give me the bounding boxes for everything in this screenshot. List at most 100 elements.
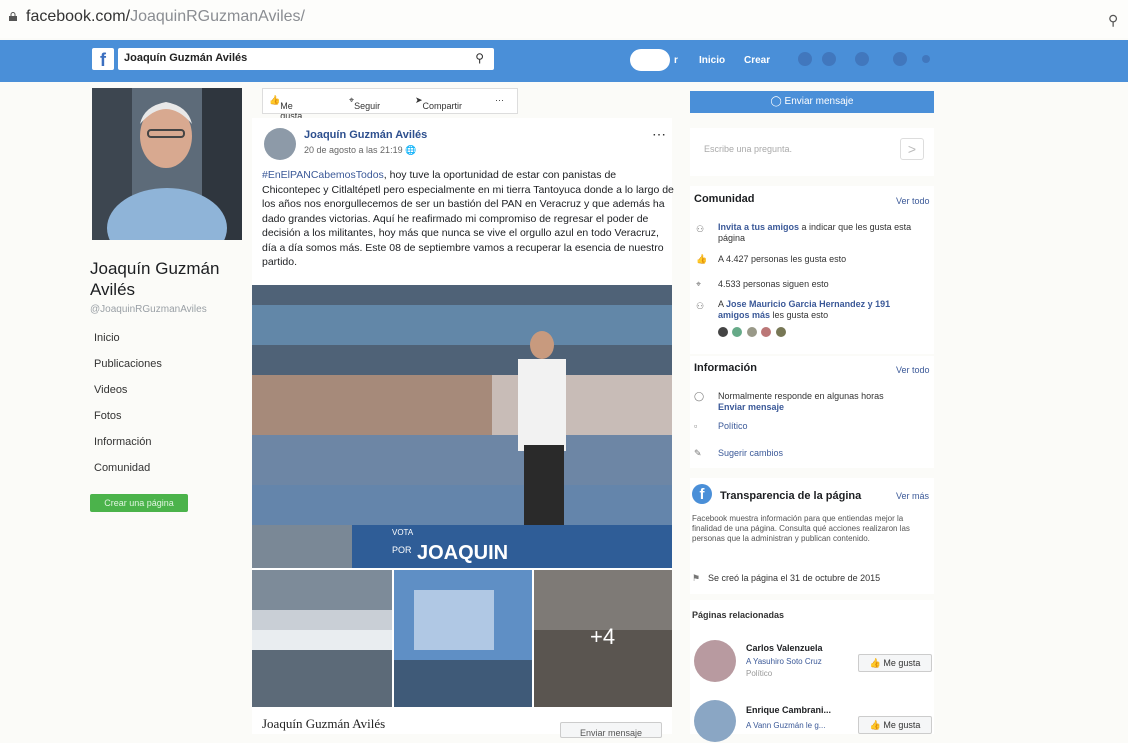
banner-small-text: VOTA	[392, 528, 414, 537]
follow-icon: ⌖	[696, 279, 702, 289]
related-like-label: Me gusta	[883, 658, 921, 668]
info-title: Información	[694, 362, 757, 374]
zoom-icon[interactable]: ⚲	[1108, 12, 1118, 29]
ask-question-input[interactable]: Escribe una pregunta.	[704, 144, 792, 154]
banner-por-text: POR	[392, 545, 412, 555]
share-label: Compartir	[422, 101, 463, 111]
more-options-button[interactable]: ···	[495, 95, 504, 105]
search-input[interactable]: Joaquín Guzmán Avilés	[124, 52, 247, 64]
lock-icon	[9, 12, 17, 21]
suggest-changes-link[interactable]: Sugerir cambios	[718, 448, 783, 459]
page-created-date: Se creó la página el 31 de octubre de 20…	[708, 573, 881, 583]
help-icon[interactable]	[893, 52, 907, 66]
transparency-see-more-link[interactable]: Ver más	[896, 491, 929, 501]
like-icon: 👍	[696, 254, 708, 264]
nav-create[interactable]: Crear	[744, 55, 770, 66]
messenger-icon: ◯	[770, 96, 782, 107]
related-pages-title: Páginas relacionadas	[692, 610, 785, 620]
thumb-1-image	[252, 570, 392, 707]
sidebar-item-fotos[interactable]: Fotos	[94, 410, 122, 422]
page-actions-bar: 👍 Me gusta ⌖ Seguir ➤ Compartir ···	[262, 88, 518, 121]
invite-icon: ⚇	[696, 224, 705, 234]
sidebar-item-videos[interactable]: Videos	[94, 384, 127, 396]
messenger-icon: ◯	[694, 391, 705, 401]
related-like-button[interactable]: 👍 Me gusta	[858, 716, 932, 734]
ask-question-box[interactable]: Escribe una pregunta. >	[690, 128, 934, 176]
post-photo-thumb-1[interactable]	[252, 570, 392, 707]
info-responds: Normalmente responde en algunas horas Env…	[718, 391, 918, 413]
chevron-down-icon[interactable]	[922, 55, 930, 63]
friends-text: les gusta esto	[772, 310, 829, 320]
friend-avatar[interactable]	[746, 327, 757, 337]
info-see-all-link[interactable]: Ver todo	[896, 365, 930, 375]
friend-avatar[interactable]	[761, 327, 772, 337]
transparency-body: Facebook muestra información para que en…	[692, 514, 910, 543]
post-options-icon[interactable]: ⋯	[652, 126, 666, 143]
community-friends: A Jose Mauricio Garcia Hernandez y 191 a…	[718, 299, 918, 321]
share-button[interactable]: ➤ Compartir	[415, 95, 462, 111]
friends-prefix: A	[718, 299, 724, 309]
facebook-logo-icon[interactable]: f	[92, 48, 114, 70]
post-main-photo[interactable]: VOTA POR JOAQUIN	[252, 285, 672, 568]
related-page-sub[interactable]: A Yasuhiro Soto Cruz	[746, 656, 822, 667]
pencil-icon: ✎	[694, 448, 702, 458]
sidebar-item-comunidad[interactable]: Comunidad	[94, 462, 150, 474]
profile-avatar[interactable]	[630, 49, 670, 71]
post-author-name[interactable]: Joaquín Guzmán Avilés	[304, 129, 427, 141]
sidebar-item-publicaciones[interactable]: Publicaciones	[94, 358, 162, 370]
responds-text: Normalmente responde en algunas horas	[718, 391, 884, 401]
page-handle: @JoaquinRGuzmanAviles	[90, 304, 207, 315]
post-hashtag[interactable]: #EnElPANCabemosTodos	[262, 169, 384, 181]
search-box[interactable]: Joaquín Guzmán Avilés ⚲	[118, 48, 494, 70]
community-follows: 4.533 personas siguen esto	[718, 279, 829, 289]
community-see-all-link[interactable]: Ver todo	[896, 196, 930, 206]
search-icon[interactable]: ⚲	[475, 51, 484, 65]
messenger-icon[interactable]	[822, 52, 836, 66]
community-title: Comunidad	[694, 193, 755, 205]
post-author-avatar[interactable]	[264, 128, 296, 160]
related-like-button[interactable]: 👍 Me gusta	[858, 654, 932, 672]
url-field[interactable]: facebook.com/JoaquinRGuzmanAviles/	[26, 8, 305, 26]
send-arrow-icon[interactable]: >	[900, 138, 924, 160]
post-date: 20 de agosto a las 21:19	[304, 145, 403, 155]
post-body: , hoy tuve la oportunidad de estar con p…	[262, 169, 674, 268]
friends-icon[interactable]	[798, 52, 812, 66]
create-page-button[interactable]: Crear una página	[90, 494, 188, 512]
related-page-sub[interactable]: A Vann Guzmán le g...	[746, 720, 825, 731]
sidebar-item-informacion[interactable]: Información	[94, 436, 151, 448]
post-photo-thumb-2[interactable]	[394, 570, 532, 707]
related-page-name[interactable]: Carlos Valenzuela	[746, 643, 823, 654]
info-send-message-link[interactable]: Enviar mensaje	[718, 402, 784, 412]
globe-icon: 🌐	[405, 145, 417, 155]
send-message-button[interactable]: ◯ Enviar mensaje	[690, 91, 934, 113]
friend-avatar[interactable]	[718, 327, 728, 337]
related-page-name[interactable]: Enrique Cambrani...	[746, 705, 831, 716]
follow-button[interactable]: ⌖ Seguir	[349, 95, 380, 111]
browser-address-bar: facebook.com/JoaquinRGuzmanAviles/ ⚲	[0, 0, 1128, 38]
related-like-label: Me gusta	[883, 720, 921, 730]
nav-profile-name[interactable]: r	[674, 55, 678, 66]
footer-page-name: Joaquín Guzmán Avilés	[262, 716, 386, 731]
nav-home[interactable]: Inicio	[699, 55, 725, 66]
rally-photo-image: VOTA POR JOAQUIN	[252, 285, 672, 568]
page-title: Joaquín Guzmán Avilés	[90, 259, 220, 299]
footer-send-message-button[interactable]: Enviar mensaje	[560, 722, 662, 738]
sidebar-item-inicio[interactable]: Inicio	[94, 332, 120, 344]
related-page-avatar[interactable]	[694, 700, 736, 742]
post-timestamp[interactable]: 20 de agosto a las 21:19 🌐	[304, 145, 416, 156]
thumb-2-image	[394, 570, 532, 707]
facebook-circle-icon: f	[692, 484, 712, 504]
related-page-avatar[interactable]	[694, 640, 736, 682]
friend-avatar[interactable]	[732, 327, 743, 337]
friend-avatar[interactable]	[775, 327, 786, 337]
friend-avatars[interactable]	[718, 324, 786, 342]
community-invite: Invita a tus amigos a indicar que les gu…	[718, 222, 918, 244]
notifications-icon[interactable]	[855, 52, 869, 66]
info-category-link[interactable]: Político	[718, 421, 748, 432]
like-page-button[interactable]: 👍 Me gusta	[269, 95, 302, 121]
invite-friends-link[interactable]: Invita a tus amigos	[718, 222, 799, 232]
category-icon: ▫	[694, 421, 698, 431]
more-photos-count[interactable]: +4	[590, 624, 615, 650]
profile-photo[interactable]	[92, 88, 242, 240]
follow-label: Seguir	[354, 101, 381, 111]
